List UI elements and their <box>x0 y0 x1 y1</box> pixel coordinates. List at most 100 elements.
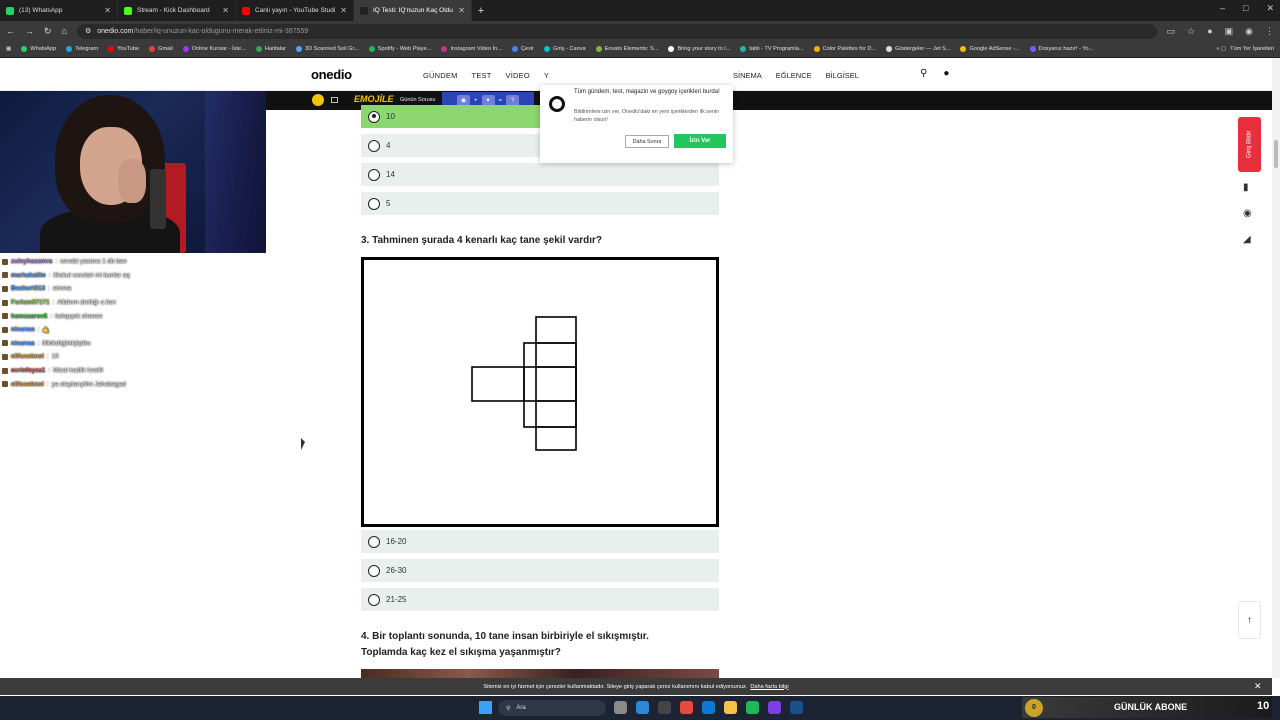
steam-icon[interactable] <box>790 701 803 714</box>
spotify-icon[interactable] <box>746 701 759 714</box>
q3-option-2[interactable]: 26-30 <box>361 559 719 582</box>
nav-eglence[interactable]: EĞLENCE <box>776 71 812 80</box>
profile-icon[interactable]: ◉ <box>1245 26 1253 37</box>
radio-icon[interactable] <box>368 168 380 181</box>
bookmark-item[interactable]: Bring your story to l... <box>668 46 730 52</box>
bookmark-item[interactable]: Instagram Video İn... <box>441 46 502 52</box>
forward-icon[interactable]: → <box>25 26 34 36</box>
chat-username[interactable]: markakalite <box>11 272 46 279</box>
browser-tab[interactable]: Stream - Kick Dashboard ✕ <box>118 0 236 21</box>
emojile-logo[interactable]: EMOJİLE <box>354 94 394 104</box>
gift-icon[interactable] <box>331 97 338 103</box>
bookmark-item[interactable]: Gmail <box>149 46 173 52</box>
bookmark-icon[interactable]: ▮ <box>1243 182 1249 193</box>
nav-test[interactable]: TEST <box>472 71 492 80</box>
cookie-more-link[interactable]: Daha fazla bilgi <box>750 684 788 690</box>
q3-option-3[interactable]: 21-25 <box>361 588 719 611</box>
bookmark-item[interactable]: Giriş - Canva <box>544 46 586 52</box>
chat-username[interactable]: ellfuseknol <box>11 353 44 360</box>
nav-video[interactable]: VİDEO <box>506 71 530 80</box>
chrome-icon[interactable] <box>680 701 693 714</box>
nav-sinema[interactable]: SİNEMA <box>733 71 762 80</box>
maximize-icon[interactable]: □ <box>1243 3 1248 14</box>
new-tab-button[interactable]: + <box>472 0 490 21</box>
q3-option-1[interactable]: 16-20 <box>361 530 719 553</box>
url-field[interactable]: ⚙ onedio.com/haber/iq-unuzun-kac-oldugun… <box>76 23 1157 39</box>
scroll-top-button[interactable]: ↑ <box>1238 601 1261 639</box>
extension-icon[interactable]: ● <box>1207 26 1212 37</box>
smile-icon[interactable] <box>312 94 324 106</box>
browser-tab[interactable]: (13) WhatsApp ✕ <box>0 0 118 21</box>
later-button[interactable]: Daha Sonra <box>625 135 669 148</box>
radio-icon[interactable] <box>368 535 380 548</box>
onedio-logo[interactable]: onedio <box>311 67 352 82</box>
radio-icon[interactable] <box>368 197 380 210</box>
app-icon[interactable] <box>636 701 649 714</box>
browser-tab[interactable]: IQ Testi: IQ'nuzun Kaç Olduğu ✕ <box>354 0 472 21</box>
chat-username[interactable]: nisanaa <box>11 326 34 333</box>
bookmark-item[interactable]: Spotify - Web Playe... <box>368 46 431 52</box>
search-icon[interactable]: ⚲ <box>920 68 927 79</box>
chat-username[interactable]: Bozkurt313 <box>11 285 45 292</box>
chat-username[interactable]: hamzaarsvß <box>11 313 47 320</box>
allow-button[interactable]: İzin Ver <box>674 134 726 148</box>
install-icon[interactable]: ▭ <box>1167 26 1176 37</box>
bookmark-item[interactable]: Envato Elements: S... <box>595 46 658 52</box>
bookmark-item[interactable]: Göstergeler — Jet S... <box>886 46 950 52</box>
chat-username[interactable]: zuleyhazamra <box>11 258 52 265</box>
task-view-icon[interactable] <box>614 701 627 714</box>
menu-icon[interactable]: ⋮ <box>1265 26 1274 37</box>
puzzle-icon[interactable]: ▣ <box>1225 26 1234 37</box>
tab-close-icon[interactable]: ✕ <box>340 6 347 15</box>
tab-close-icon[interactable]: ✕ <box>104 6 111 15</box>
app-icon[interactable] <box>658 701 671 714</box>
bookmark-item[interactable]: Haritalar <box>255 46 286 52</box>
site-info-icon[interactable]: ⚙ <box>85 27 91 35</box>
chat-username[interactable]: ecrinfeyza1 <box>11 367 45 374</box>
radio-icon[interactable] <box>368 564 380 577</box>
user-icon[interactable]: ● <box>943 68 949 79</box>
radio-icon[interactable] <box>368 593 380 606</box>
nav-bilgisel[interactable]: BİLGİSEL <box>826 71 859 80</box>
bookmark-item[interactable]: Telegram <box>66 46 98 52</box>
radio-icon[interactable] <box>368 110 380 123</box>
folder-icon[interactable] <box>724 701 737 714</box>
bookmark-item[interactable]: YouTube <box>108 46 139 52</box>
scrollbar-thumb[interactable] <box>1274 140 1278 168</box>
apps-grid-icon[interactable]: ▦ <box>6 46 11 52</box>
share-icon[interactable]: ◢ <box>1243 234 1251 245</box>
tab-close-icon[interactable]: ✕ <box>222 6 229 15</box>
star-icon[interactable]: ☆ <box>1187 26 1195 37</box>
reload-icon[interactable]: ↻ <box>44 26 52 37</box>
gunun-sorusu[interactable]: Günün Sorusu <box>400 97 435 103</box>
app-icon[interactable] <box>768 701 781 714</box>
chat-username[interactable]: Furkan57171 <box>11 299 50 306</box>
windows-start-icon[interactable] <box>479 701 492 714</box>
q2-option-3[interactable]: 14 <box>361 163 719 186</box>
bookmark-item[interactable]: Google AdSense -... <box>960 46 1020 52</box>
minimize-icon[interactable]: – <box>1220 3 1225 14</box>
bookmark-item[interactable]: Çevir <box>511 46 534 52</box>
bookmark-item[interactable]: tabii - TV Programla... <box>740 46 804 52</box>
radio-icon[interactable] <box>368 139 380 152</box>
back-icon[interactable]: ← <box>6 26 15 36</box>
nav-partial[interactable]: Y <box>544 71 549 80</box>
chat-username[interactable]: ellfuseknol <box>11 381 44 388</box>
home-icon[interactable]: ⌂ <box>62 26 67 36</box>
q2-option-4[interactable]: 5 <box>361 192 719 215</box>
edge-icon[interactable] <box>702 701 715 714</box>
bookmark-item[interactable]: WhatsApp <box>21 46 56 52</box>
bookmark-item[interactable]: 3D Scanned Soil Gr... <box>295 46 359 52</box>
chat-username[interactable]: nisanaa <box>11 340 34 347</box>
taskbar-search[interactable]: ⚲ Ara <box>498 700 606 716</box>
tab-close-icon[interactable]: ✕ <box>458 6 465 15</box>
bookmark-item[interactable]: Dosyanız hazır! - Yo... <box>1029 46 1093 52</box>
bookmark-item[interactable]: Online Kursiar - İste... <box>182 46 246 52</box>
close-icon[interactable]: ✕ <box>1254 681 1262 692</box>
login-tab[interactable]: Giriş Bildir <box>1238 117 1261 172</box>
comments-icon[interactable]: ◉ <box>1243 208 1252 219</box>
bookmark-item[interactable]: Color Palettes for D... <box>813 46 876 52</box>
nav-gundem[interactable]: GÜNDEM <box>423 71 458 80</box>
all-bookmarks[interactable]: » ▢ Tüm Yer İşaretleri <box>1216 46 1274 52</box>
close-icon[interactable]: ✕ <box>1266 3 1274 14</box>
